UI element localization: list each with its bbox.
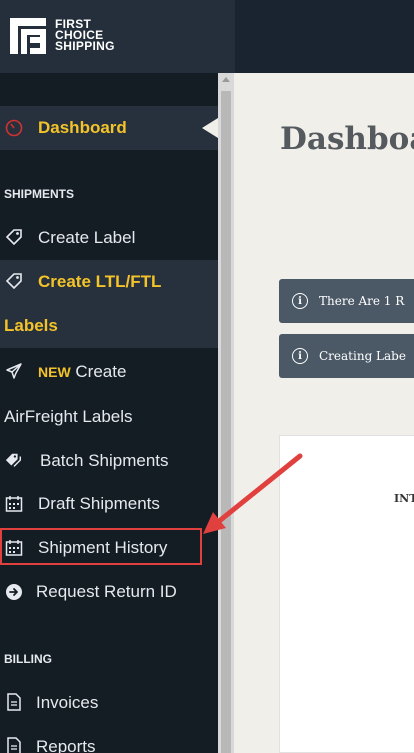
sidebar-item-label: Request Return ID xyxy=(36,582,177,601)
tag-icon xyxy=(5,272,23,290)
alert-text: Creating Labe xyxy=(319,349,406,363)
page-title: Dashboa xyxy=(280,121,414,157)
calendar-icon xyxy=(5,495,23,513)
sidebar-item-label: Reports xyxy=(36,737,96,753)
alert-banner[interactable]: i There Are 1 R xyxy=(279,279,414,323)
alert-text: There Are 1 R xyxy=(319,294,405,308)
document-icon xyxy=(5,737,23,753)
sidebar-item-dashboard[interactable]: Dashboard xyxy=(0,106,218,150)
document-icon xyxy=(5,693,23,711)
sidebar-item-label: Create Label xyxy=(38,228,136,247)
new-badge: NEW xyxy=(38,364,71,380)
alert-banner[interactable]: i Creating Labe xyxy=(279,334,414,378)
top-bar: FIRST CHOICE SHIPPING xyxy=(0,0,414,73)
sidebar-scrollbar[interactable] xyxy=(218,73,234,753)
tags-icon xyxy=(5,452,23,470)
sidebar-item-label: Dashboard xyxy=(38,118,127,137)
sidebar-item-label-line2: Labels xyxy=(4,316,58,335)
sidebar-item-batch-shipments[interactable]: Batch Shipments xyxy=(0,441,218,481)
sidebar-item-request-return-id[interactable]: Request Return ID xyxy=(0,572,218,612)
active-indicator xyxy=(202,118,218,138)
section-header-billing: BILLING xyxy=(4,652,52,666)
sidebar-item-label: NEW Create xyxy=(38,362,127,381)
speedometer-icon xyxy=(5,119,23,137)
logo-icon xyxy=(10,18,46,54)
logo-area[interactable]: FIRST CHOICE SHIPPING xyxy=(0,0,235,73)
brand-name: FIRST CHOICE SHIPPING xyxy=(55,17,115,53)
scroll-thumb[interactable] xyxy=(221,91,231,753)
sidebar-item-invoices[interactable]: Invoices xyxy=(0,682,218,722)
card-heading: INT xyxy=(394,492,414,505)
sidebar-item-label: Batch Shipments xyxy=(40,451,169,470)
sidebar-item-create-label[interactable]: Create Label xyxy=(0,216,218,258)
section-header-shipments: SHIPMENTS xyxy=(4,187,75,201)
annotation-highlight-box xyxy=(0,528,202,565)
info-icon: i xyxy=(292,293,308,309)
dashboard-card: INT xyxy=(279,435,414,753)
sidebar-item-label: Create LTL/FTL xyxy=(38,272,162,291)
sidebar-item-label: Draft Shipments xyxy=(38,494,160,513)
sidebar-item-draft-shipments[interactable]: Draft Shipments xyxy=(0,484,218,524)
sidebar-item-label: Invoices xyxy=(36,693,99,712)
sidebar-item-create-ltl-ftl[interactable]: Create LTL/FTL Labels xyxy=(0,260,218,348)
sidebar: Dashboard SHIPMENTS Create Label Create … xyxy=(0,73,218,753)
info-icon: i xyxy=(292,348,308,364)
sidebar-item-label-line2: AirFreight Labels xyxy=(4,407,133,426)
tag-icon xyxy=(5,228,23,246)
arrow-circle-icon xyxy=(5,583,23,601)
sidebar-item-create-airfreight[interactable]: NEW Create AirFreight Labels xyxy=(0,350,218,438)
plane-icon xyxy=(5,362,23,380)
main-content: Dashboa i There Are 1 R i Creating Labe … xyxy=(234,73,414,753)
sidebar-item-reports[interactable]: Reports xyxy=(0,726,218,753)
scroll-up-arrow-icon[interactable] xyxy=(222,77,230,82)
